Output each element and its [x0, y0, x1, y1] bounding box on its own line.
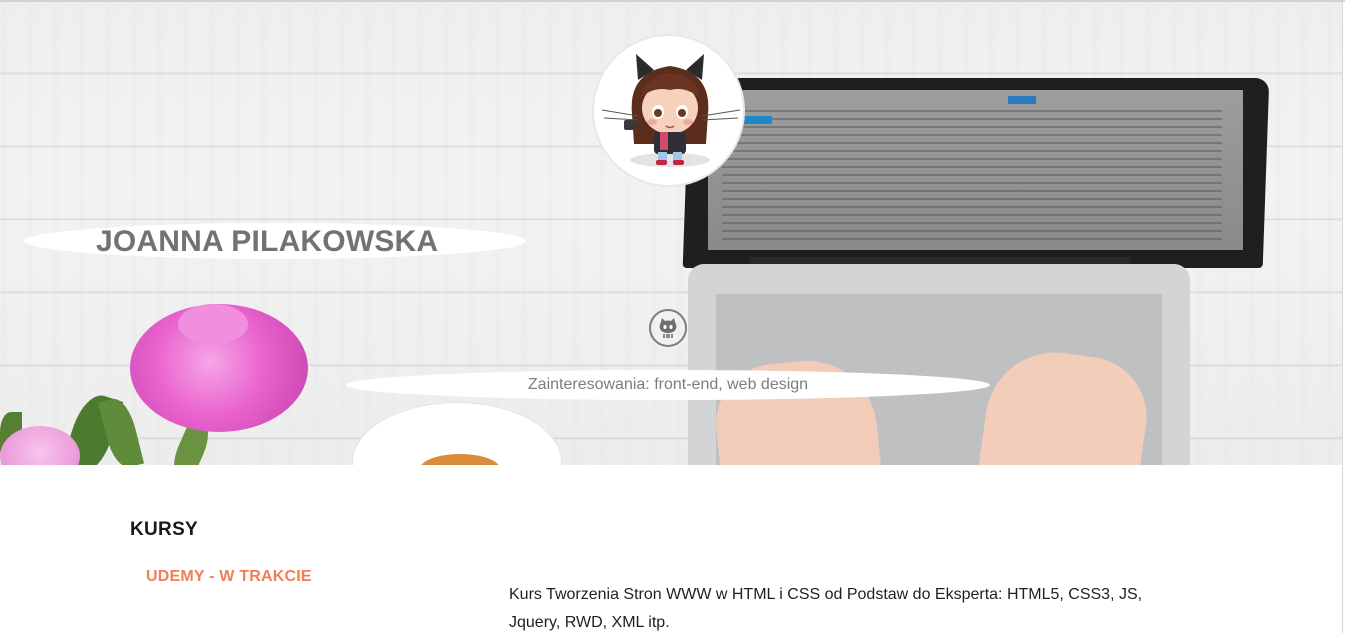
github-link[interactable] — [649, 309, 687, 347]
github-icon — [659, 318, 677, 338]
course-subheading: UDEMY - W TRAKCIE — [146, 568, 312, 585]
peony-petal-image — [178, 304, 248, 344]
page-right-border — [1342, 0, 1343, 633]
courses-heading: KURSY — [130, 519, 199, 540]
course-description: Kurs Tworzenia Stron WWW w HTML i CSS od… — [509, 586, 1143, 631]
page-title: JOANNA PILAKOWSKA — [96, 225, 439, 258]
octocat-avatar-icon — [592, 34, 745, 187]
laptop-display-content-image — [722, 110, 1222, 240]
interests-text: Zainteresowania: front-end, web design — [527, 376, 809, 393]
laptop-display-accent-image — [1008, 96, 1036, 104]
leaf-image — [97, 395, 145, 465]
